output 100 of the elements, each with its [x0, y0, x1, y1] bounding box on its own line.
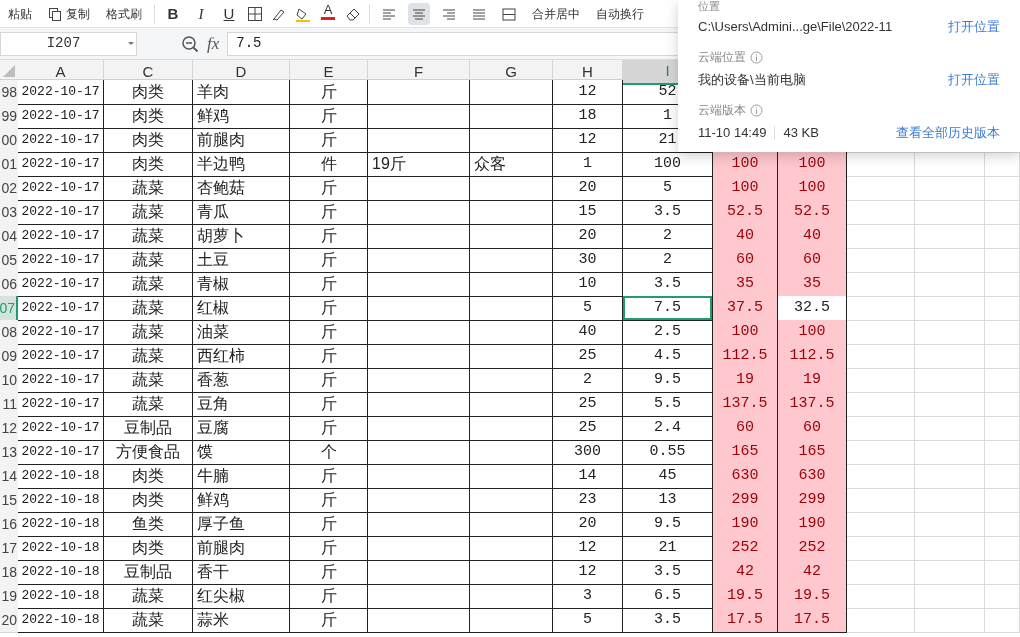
table-cell: 豆制品: [104, 560, 193, 585]
table-cell: 蔬菜: [104, 584, 193, 609]
table-cell: 豆角: [193, 392, 290, 417]
table-cell: 25: [553, 416, 623, 441]
table-cell: 35: [713, 272, 778, 297]
table-cell: 件: [290, 152, 368, 177]
table-cell: 蔬菜: [104, 272, 193, 297]
table-cell: 100: [778, 152, 847, 177]
table-cell: 斤: [290, 464, 368, 489]
table-cell: 青瓜: [193, 200, 290, 225]
table-cell: 60: [778, 248, 847, 273]
table-cell: 方便食品: [104, 440, 193, 465]
table-cell: 17.5: [778, 608, 847, 633]
table-cell: 斤: [290, 584, 368, 609]
table-cell: 112.5: [713, 344, 778, 369]
table-cell: 个: [290, 440, 368, 465]
table-cell: 肉类: [104, 152, 193, 177]
table-cell: 7.5: [623, 296, 713, 321]
table-cell: 2022-10-17: [18, 440, 104, 465]
table-cell: 40: [713, 224, 778, 249]
table-cell: 630: [778, 464, 847, 489]
table-cell: 蒜米: [193, 608, 290, 633]
table-cell: 杏鲍菇: [193, 176, 290, 201]
table-cell: 2022-10-17: [18, 416, 104, 441]
table-cell: 红尖椒: [193, 584, 290, 609]
table-cell: 18: [553, 104, 623, 129]
table-cell: 165: [713, 440, 778, 465]
table-cell: 2022-10-17: [18, 80, 104, 105]
table-cell: 100: [713, 176, 778, 201]
table-cell: 众客: [470, 152, 553, 177]
table-cell: 2022-10-17: [18, 296, 104, 321]
table-cell: 蔬菜: [104, 248, 193, 273]
table-cell: 斤: [290, 296, 368, 321]
table-cell: 肉类: [104, 488, 193, 513]
table-cell: 165: [778, 440, 847, 465]
table-cell: 斤: [290, 536, 368, 561]
table-cell: 3: [553, 584, 623, 609]
table-cell: 斤: [290, 248, 368, 273]
table-cell: 蔬菜: [104, 224, 193, 249]
table-cell: 土豆: [193, 248, 290, 273]
table-cell: 19.5: [713, 584, 778, 609]
table-cell: 2022-10-17: [18, 128, 104, 153]
table-cell: 肉类: [104, 128, 193, 153]
table-cell: 30: [553, 248, 623, 273]
table-cell: 半边鸭: [193, 152, 290, 177]
table-cell: 299: [713, 488, 778, 513]
table-cell: 42: [713, 560, 778, 585]
table-cell: 40: [778, 224, 847, 249]
table-cell: 137.5: [778, 392, 847, 417]
table-cell: 斤: [290, 512, 368, 537]
table-cell: 2022-10-17: [18, 224, 104, 249]
table-cell: 羊肉: [193, 80, 290, 105]
table-cell: 5: [553, 608, 623, 633]
table-cell: 300: [553, 440, 623, 465]
table-cell: 15: [553, 200, 623, 225]
table-cell: 蔬菜: [104, 200, 193, 225]
table-cell: 112.5: [778, 344, 847, 369]
table-cell: 香葱: [193, 368, 290, 393]
table-cell: 斤: [290, 392, 368, 417]
table-cell: 蔬菜: [104, 296, 193, 321]
table-cell: 斤: [290, 368, 368, 393]
table-cell: 60: [713, 416, 778, 441]
table-cell: 25: [553, 392, 623, 417]
table-cell: 肉类: [104, 464, 193, 489]
table-cell: 斤: [290, 128, 368, 153]
table-cell: 牛腩: [193, 464, 290, 489]
table-cell: 斤: [290, 80, 368, 105]
table-cell: 137.5: [713, 392, 778, 417]
table-cell: 2022-10-17: [18, 104, 104, 129]
table-cell: 2022-10-17: [18, 200, 104, 225]
table-cell: 2022-10-17: [18, 152, 104, 177]
table-cell: 60: [713, 248, 778, 273]
table-cell: 斤: [290, 344, 368, 369]
table-cell: 23: [553, 488, 623, 513]
table-cell: 2022-10-18: [18, 584, 104, 609]
table-cell: 斤: [290, 272, 368, 297]
table-cell: 19斤: [368, 152, 470, 177]
table-cell: 胡萝卜: [193, 224, 290, 249]
table-cell: 前腿肉: [193, 536, 290, 561]
table-cell: 斤: [290, 488, 368, 513]
table-cell: 前腿肉: [193, 128, 290, 153]
table-cell: 100: [778, 176, 847, 201]
table-cell: 鲜鸡: [193, 104, 290, 129]
table-cell: 斤: [290, 320, 368, 345]
table-cell: 厚子鱼: [193, 512, 290, 537]
table-cell: 25: [553, 344, 623, 369]
table-cell: 斤: [290, 560, 368, 585]
table-cell: 190: [778, 512, 847, 537]
table-cell: 2022-10-18: [18, 488, 104, 513]
table-cell: 12: [553, 536, 623, 561]
table-cell: 斤: [290, 176, 368, 201]
table-cell: 蔬菜: [104, 608, 193, 633]
table-cell: 630: [713, 464, 778, 489]
table-cell: 2022-10-17: [18, 176, 104, 201]
table-cell: 12: [553, 80, 623, 105]
table-cell: 40: [553, 320, 623, 345]
table-cell: 20: [553, 512, 623, 537]
table-cell: 2022-10-18: [18, 608, 104, 633]
table-cell: 2022-10-17: [18, 248, 104, 273]
table-cell: 2022-10-17: [18, 344, 104, 369]
